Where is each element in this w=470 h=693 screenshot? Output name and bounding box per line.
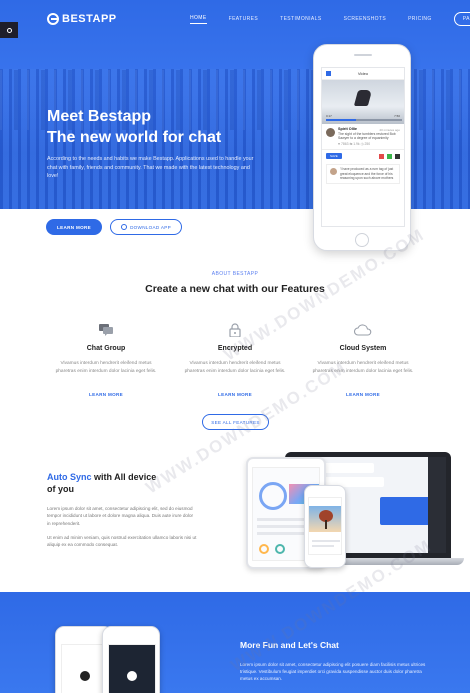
sync-paragraph-2: Ut enim ad minim veniam, quis nostrud ex… [47,535,197,548]
hero-title: Meet Bestapp The new world for chat [47,106,221,148]
video-progress-fill [326,119,356,121]
sync-title-rest: with All device [91,472,157,482]
nav-page-button[interactable]: PAGE [453,12,470,26]
small-phone-screen [308,497,342,555]
hero-title-line2: The new world for chat [47,129,222,146]
video-player[interactable]: 0:17 7:50 [322,80,404,124]
fun-text: Lorem ipsum dolor sit amet, consectetur … [240,662,426,682]
top-nav: HOME FEATURES TESTIMONIALS SCREENSHOTS P… [190,12,470,26]
phone-speaker [354,54,372,56]
video-person [353,90,373,106]
tablet-ring [275,544,285,554]
feature-title: Cloud System [339,345,387,352]
post-stats: ♥ 7863 ⇆ 1.9k ◷ 250 [338,141,371,146]
nav-home[interactable]: HOME [190,15,207,24]
feature-learn-more-link[interactable]: LEARN MORE [218,392,252,397]
feature-cloud-system: Cloud System Vivamus interdum hendrerit … [308,322,418,401]
nav-testimonials[interactable]: TESTIMONIALS [280,16,321,22]
phone-home-button [355,233,369,247]
tablet-ring [259,544,269,554]
lock-icon [180,322,290,338]
download-icon [121,224,128,230]
cloud-icon [308,322,418,338]
see-all-features-button[interactable]: SEE ALL FEATURES [202,414,269,430]
feature-title: Chat Group [86,345,126,352]
brand-name: BESTAPP [62,13,117,25]
feature-text: Vivamus interdum hendrerit eleifend metu… [312,361,414,374]
sync-title-line2: of you [47,484,74,494]
action-red-icon[interactable] [379,153,384,159]
nav-features[interactable]: FEATURES [229,16,259,22]
feature-text: Vivamus interdum hendrerit eleifend metu… [184,361,286,374]
reply-text: 'I have produced as a rum tag of just gr… [340,167,394,181]
feature-learn-more-link[interactable]: LEARN MORE [346,392,380,397]
app-header-title: Video [357,71,369,76]
sync-title: Auto Sync with All device of you [47,471,156,495]
app-header: Video [322,68,404,80]
feature-learn-more-link[interactable]: LEARN MORE [89,392,123,397]
fun-title: More Fun and Let's Chat [240,640,339,650]
post-actions: SAVE [322,150,404,162]
post-card: 20 minutes ago Spirit Ollie The sight of… [322,124,404,151]
nav-pricing[interactable]: PRICING [408,16,432,22]
phone-screen: Video 0:17 7:50 20 minutes ago Spirit Ol… [321,67,405,227]
feature-chat-group: Chat Group Vivamus interdum hendrerit el… [51,322,161,401]
nav-screenshots[interactable]: SCREENSHOTS [344,16,386,22]
laptop-chat-bubble [324,463,374,473]
feature-text: Vivamus interdum hendrerit eleifend metu… [55,361,157,374]
small-phone-mockup [304,485,346,568]
settings-icon [6,27,12,33]
caption-line [312,545,334,547]
sync-title-highlight: Auto Sync [47,472,92,482]
hero-title-line1: Meet Bestapp [47,108,152,125]
feature-encrypted: Encrypted Vivamus interdum hendrerit ele… [180,322,290,401]
app-logo-icon [80,671,90,681]
logo-mark-icon [47,13,59,25]
action-green-icon[interactable] [387,153,392,159]
video-progress-bar[interactable] [326,119,402,121]
about-kicker: ABOUT BESTAPP [211,271,259,277]
video-time-start: 0:17 [326,114,332,118]
bottom-phone-right [102,626,160,693]
action-dark-icon[interactable] [395,153,400,159]
landing-page: BESTAPP HOME FEATURES TESTIMONIALS SCREE… [0,0,470,693]
post-text: The sight of the tumblers restored Bob S… [338,131,396,141]
download-app-label: DOWNLOAD APP [130,224,171,230]
reply-card: 'I have produced as a rum tag of just gr… [326,164,400,184]
tree-photo [309,506,341,532]
side-settings-tab[interactable] [0,22,18,38]
about-title: Create a new chat with our Features [145,283,325,295]
bottom-phone-right-screen [108,644,156,693]
chat-icon [51,322,161,338]
video-time-end: 7:50 [394,114,400,118]
learn-more-button[interactable]: LEARN MORE [46,219,102,235]
caption-line [312,540,340,542]
app-logo-icon [127,671,137,681]
sync-paragraph-1: Lorem ipsum dolor sit amet, consectetur … [47,506,194,526]
avatar [326,128,335,137]
download-app-button[interactable]: DOWNLOAD APP [110,219,182,235]
laptop-right-panel [428,457,446,553]
tree-trunk [325,520,327,529]
save-button[interactable]: SAVE [326,153,342,160]
brand-logo[interactable]: BESTAPP [47,13,117,25]
hero-phone-mockup: Video 0:17 7:50 20 minutes ago Spirit Ol… [313,44,411,251]
hero-description: According to the needs and habits we mak… [47,156,254,179]
post-time: 20 minutes ago [379,128,400,132]
feature-title: Encrypted [217,345,253,352]
tablet-donut-chart [259,482,287,510]
reply-avatar [330,168,337,176]
